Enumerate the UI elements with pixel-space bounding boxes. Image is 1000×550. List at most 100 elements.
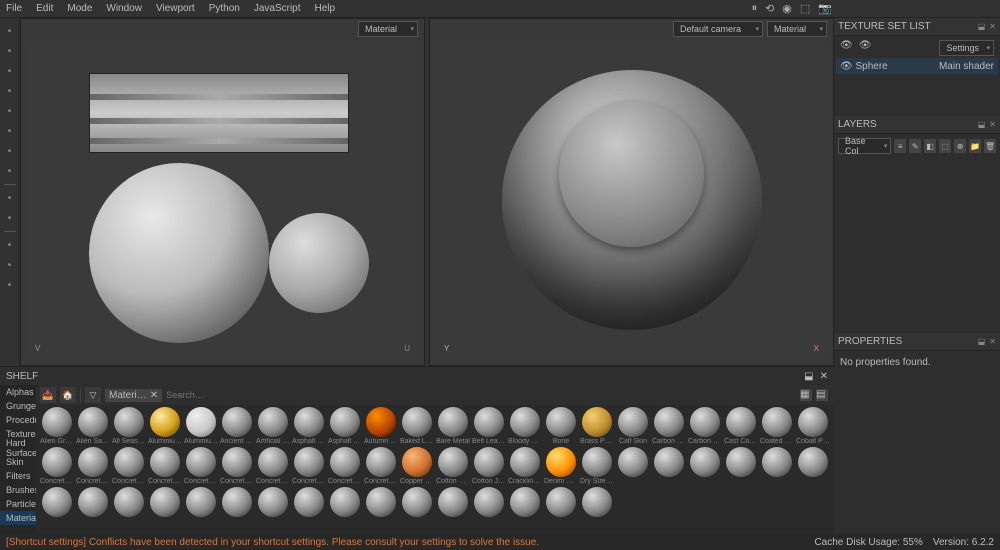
shelf-cat-procedurals[interactable]: Procedurals [0, 413, 36, 427]
layer-tool-1[interactable]: ✎ [909, 139, 921, 153]
undock-icon[interactable]: ⬓ [978, 337, 986, 346]
material-thumb[interactable] [148, 487, 182, 518]
material-thumb[interactable] [364, 487, 398, 518]
bake-tool-icon[interactable]: • [3, 164, 17, 178]
search-input[interactable] [166, 390, 830, 400]
material-thumb[interactable]: Concrete Cl… [76, 447, 110, 485]
visibility-icon[interactable]: 👁 [840, 61, 853, 72]
material-thumb[interactable]: Bone [544, 407, 578, 445]
shelf-cat-grunges[interactable]: Grunges [0, 399, 36, 413]
shelf-cat-particles[interactable]: Particles [0, 497, 36, 511]
material-thumb[interactable]: All Season T… [112, 407, 146, 445]
layer-tool-6[interactable]: 🗑 [984, 139, 996, 153]
menu-file[interactable]: File [6, 3, 22, 14]
material-thumb[interactable]: Concrete Si… [328, 447, 362, 485]
material-thumb[interactable] [220, 487, 254, 518]
material-thumb[interactable]: Dry Stream… [580, 447, 614, 485]
undock-icon[interactable]: ⬓ [978, 120, 986, 129]
orbit-icon[interactable]: ⟲ [765, 2, 774, 15]
material-thumb[interactable] [724, 447, 758, 485]
material-thumb[interactable]: Concrete R… [220, 447, 254, 485]
texture-set-shader[interactable]: Main shader [939, 61, 994, 72]
shelf-cat-alphas[interactable]: Alphas [0, 385, 36, 399]
material-thumb[interactable]: Alien Grovi… [40, 407, 74, 445]
menu-help[interactable]: Help [315, 3, 336, 14]
material-thumb[interactable]: Cotton Can… [436, 447, 470, 485]
shelf-cat-hard-surfaces[interactable]: Hard Surfaces [0, 441, 36, 455]
material-thumb[interactable] [580, 487, 614, 518]
material-tool-icon[interactable]: • [3, 144, 17, 158]
layer-tool-4[interactable]: ⊕ [954, 139, 966, 153]
material-thumb[interactable]: Carbon Fiber [652, 407, 686, 445]
polyfill-tool-icon[interactable]: • [3, 84, 17, 98]
material-thumb[interactable]: Concrete D… [112, 447, 146, 485]
close-icon[interactable]: ✕ [989, 22, 996, 31]
close-icon[interactable]: ✕ [989, 120, 996, 129]
material-thumb[interactable]: Crackling Li… [508, 447, 542, 485]
menu-javascript[interactable]: JavaScript [254, 3, 301, 14]
undock-icon[interactable]: ⬓ [978, 22, 986, 31]
material-thumb[interactable]: Baked Light… [400, 407, 434, 445]
viewport-2d[interactable]: Material V U [20, 18, 425, 366]
clone-tool-icon[interactable]: • [3, 124, 17, 138]
material-thumb[interactable]: Concrete La… [148, 447, 182, 485]
quick-tool-icon[interactable]: • [3, 258, 17, 272]
material-thumb[interactable] [760, 447, 794, 485]
eraser-tool-icon[interactable]: • [3, 44, 17, 58]
layer-tool-3[interactable]: ⬚ [939, 139, 951, 153]
filter-icon[interactable]: ▽ [85, 387, 101, 403]
material-thumb[interactable]: Autumn Leaf [364, 407, 398, 445]
camera-icon[interactable]: 📷 [818, 2, 832, 15]
settings-tool-icon[interactable]: • [3, 278, 17, 292]
material-dropdown-2d[interactable]: Material [358, 21, 418, 37]
material-thumb[interactable]: Concrete R… [256, 447, 290, 485]
material-thumb[interactable]: Concrete P… [184, 447, 218, 485]
menu-viewport[interactable]: Viewport [156, 3, 195, 14]
shelf-cat-materials[interactable]: Materials [0, 511, 36, 525]
viewport-3d-canvas[interactable]: Y X [438, 43, 825, 357]
shelf-cat-brushes[interactable]: Brushes [0, 483, 36, 497]
material-thumb[interactable]: Denim Rivet [544, 447, 578, 485]
bucket-tool-icon[interactable]: • [3, 191, 17, 205]
dropper-tool-icon[interactable]: • [3, 211, 17, 225]
material-thumb[interactable]: Brass Pure [580, 407, 614, 445]
layer-tool-0[interactable]: ≡ [894, 139, 906, 153]
material-thumb[interactable] [184, 487, 218, 518]
viewport-3d[interactable]: Default camera Material Y X [429, 18, 834, 366]
material-thumb[interactable]: Asphalt Fin… [328, 407, 362, 445]
material-thumb[interactable] [400, 487, 434, 518]
material-thumb[interactable]: Calf Skin [616, 407, 650, 445]
brush-tool-icon[interactable]: • [3, 24, 17, 38]
material-thumb[interactable] [688, 447, 722, 485]
mesh-tool-icon[interactable]: • [3, 238, 17, 252]
material-thumb[interactable]: Cobalt Pure [796, 407, 830, 445]
grid-large-icon[interactable]: ▤ [816, 389, 828, 401]
visibility-solo-icon[interactable]: 👁 [859, 40, 872, 56]
material-thumb[interactable]: Aluminium… [184, 407, 218, 445]
material-thumb[interactable]: Bare Metal [436, 407, 470, 445]
channel-dropdown[interactable]: Base Col [838, 138, 891, 154]
material-thumb[interactable] [436, 487, 470, 518]
material-thumb[interactable] [472, 487, 506, 518]
settings-dropdown[interactable]: Settings [939, 40, 994, 56]
material-thumb[interactable]: Concrete R… [292, 447, 326, 485]
chip-close-icon[interactable]: ✕ [150, 390, 158, 401]
layer-tool-2[interactable]: ◧ [924, 139, 936, 153]
material-thumb[interactable]: Copper Pure [400, 447, 434, 485]
material-thumb[interactable] [328, 487, 362, 518]
material-thumb[interactable] [76, 487, 110, 518]
grid-small-icon[interactable]: ▦ [800, 389, 812, 401]
material-thumb[interactable]: Cotton Jea… [472, 447, 506, 485]
menu-mode[interactable]: Mode [67, 3, 92, 14]
material-thumb[interactable]: Concrete B… [40, 447, 74, 485]
material-thumb[interactable] [616, 447, 650, 485]
material-thumb[interactable]: Alien Sand… [76, 407, 110, 445]
material-thumb[interactable]: Coated Metal [760, 407, 794, 445]
import-icon[interactable]: 📥 [40, 387, 56, 403]
material-thumb[interactable] [652, 447, 686, 485]
shelf-cat-filters[interactable]: Filters [0, 469, 36, 483]
undock-icon[interactable]: ⬓ [804, 371, 813, 382]
material-thumb[interactable]: Aluminium… [148, 407, 182, 445]
texture-set-row-sphere[interactable]: 👁 Sphere Main shader [836, 58, 998, 74]
material-thumb[interactable]: Artificial Lea… [256, 407, 290, 445]
